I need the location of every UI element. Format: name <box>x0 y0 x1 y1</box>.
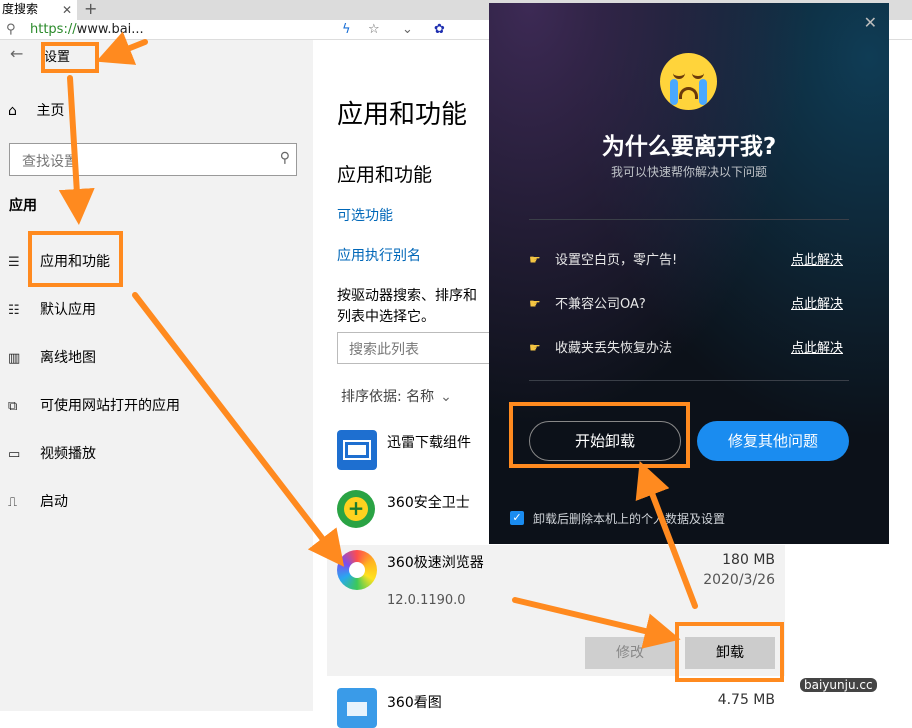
dialog-subtitle: 我可以快速帮你解决以下问题 <box>610 165 767 179</box>
360-viewer-app-icon <box>337 688 377 728</box>
sidebar-item-label: 视频播放 <box>40 446 96 462</box>
app-list-search-input[interactable]: 搜索此列表 <box>337 332 507 364</box>
issue-row: ☛ 设置空白页，零广告! 点此解决 <box>529 249 849 268</box>
fix-link[interactable]: 点此解决 <box>791 249 843 268</box>
app-size: 180 MB <box>722 552 775 568</box>
app-name[interactable]: 迅雷下载组件 <box>387 432 471 452</box>
fix-link[interactable]: 点此解决 <box>791 337 843 356</box>
settings-sidebar: ← 设置 ⌂ 主页 查找设置 ⚲ 应用 ☰ 应用和功能 ☷ 默认应用 ▥ 离线地图 ⧉… <box>0 40 313 711</box>
sidebar-item-label: 默认应用 <box>40 302 96 318</box>
section-heading-apps: 应用 <box>9 198 37 214</box>
address-text[interactable]: https://www.bai... <box>30 22 144 37</box>
360-browser-app-icon <box>337 550 377 590</box>
description-text: 按驱动器搜索、排序和 列表中选择它。 <box>337 288 477 325</box>
new-tab-icon[interactable]: + <box>84 0 97 18</box>
chevron-down-icon[interactable]: ⌄ <box>402 22 413 37</box>
page-title: 应用和功能 <box>337 100 468 130</box>
sidebar-item-video-playback[interactable]: ▭ 视频播放 <box>8 442 96 466</box>
optional-features-link[interactable]: 可选功能 <box>337 205 393 225</box>
tab-title: 度搜索 <box>2 2 39 16</box>
app-size: 4.75 MB <box>717 692 775 708</box>
sort-dropdown[interactable]: 排序依据: 名称 ⌄ <box>341 386 452 406</box>
highlight-box-apps-features <box>28 231 123 287</box>
browser-tab[interactable]: 度搜索 ✕ <box>0 0 77 20</box>
issue-text: 收藏夹丢失恢复办法 <box>555 341 673 356</box>
app-execution-aliases-link[interactable]: 应用执行别名 <box>337 245 421 265</box>
nav-home-label: 主页 <box>36 103 65 119</box>
close-icon[interactable]: ✕ <box>864 13 877 32</box>
site-info-icon[interactable]: ⚲ <box>6 22 16 37</box>
divider <box>529 219 849 220</box>
svg-text:居: 居 <box>876 658 894 679</box>
fix-link[interactable]: 点此解决 <box>791 293 843 312</box>
delete-data-checkbox[interactable]: ✓ <box>510 511 524 525</box>
issue-text: 设置空白页，零广告! <box>555 253 678 268</box>
issue-row: ☛ 不兼容公司OA? 点此解决 <box>529 293 849 312</box>
app-name[interactable]: 360看图 <box>387 692 442 712</box>
chevron-down-icon: ⌄ <box>440 389 452 405</box>
highlight-box-start-uninstall <box>509 402 690 468</box>
pointing-hand-icon: ☛ <box>529 341 541 356</box>
video-playback-icon: ▭ <box>8 447 21 462</box>
pointing-hand-icon: ☛ <box>529 297 541 312</box>
dialog-title: 为什么要离开我? <box>601 134 777 160</box>
checkbox-label: 卸载后删除本机上的个人数据及设置 <box>533 512 726 526</box>
sidebar-item-startup[interactable]: ⎍ 启动 <box>8 490 68 514</box>
offline-maps-icon: ▥ <box>8 351 21 366</box>
sidebar-item-label: 启动 <box>40 494 68 510</box>
watermark-domain: baiyunju.cc <box>800 678 877 692</box>
back-arrow-icon[interactable]: ← <box>10 44 23 63</box>
sidebar-item-apps-for-websites[interactable]: ⧉ 可使用网站打开的应用 <box>8 394 180 418</box>
home-icon: ⌂ <box>8 103 17 119</box>
sidebar-item-label: 可使用网站打开的应用 <box>40 398 180 414</box>
app-name[interactable]: 360安全卫士 <box>387 492 470 512</box>
crying-face-icon <box>660 53 717 110</box>
repair-other-issues-button[interactable]: 修复其他问题 <box>697 421 849 461</box>
highlight-box-settings <box>41 42 99 73</box>
app-name[interactable]: 360极速浏览器 <box>387 552 484 572</box>
highlight-box-uninstall <box>675 622 784 682</box>
list-search-placeholder: 搜索此列表 <box>349 342 419 358</box>
app-version: 12.0.1190.0 <box>387 593 466 608</box>
sidebar-item-default-apps[interactable]: ☷ 默认应用 <box>8 298 96 322</box>
app-date: 2020/3/26 <box>703 572 775 588</box>
nav-home[interactable]: ⌂ 主页 <box>8 100 64 120</box>
settings-search-input[interactable]: 查找设置 ⚲ <box>9 143 297 176</box>
search-icon: ⚲ <box>279 150 290 166</box>
default-apps-icon: ☷ <box>8 303 20 318</box>
issue-text: 不兼容公司OA? <box>555 297 646 312</box>
sidebar-item-offline-maps[interactable]: ▥ 离线地图 <box>8 346 96 370</box>
pointing-hand-icon: ☛ <box>529 253 541 268</box>
sidebar-item-label: 离线地图 <box>40 350 96 366</box>
paw-icon[interactable]: ✿ <box>434 22 445 37</box>
issue-row: ☛ 收藏夹丢失恢复办法 点此解决 <box>529 337 849 356</box>
360-safe-app-icon: + <box>337 490 375 528</box>
tab-close-icon[interactable]: ✕ <box>62 1 72 19</box>
section-title: 应用和功能 <box>337 164 433 186</box>
star-icon[interactable]: ☆ <box>368 22 380 37</box>
sort-label: 排序依据: 名称 <box>341 389 435 405</box>
modify-button[interactable]: 修改 <box>585 637 675 669</box>
divider <box>529 380 849 381</box>
startup-icon: ⎍ <box>8 495 18 510</box>
search-placeholder: 查找设置 <box>22 154 78 170</box>
lightning-icon[interactable]: ϟ <box>342 22 351 37</box>
apps-for-websites-icon: ⧉ <box>8 399 18 414</box>
xunlei-app-icon <box>337 430 377 470</box>
